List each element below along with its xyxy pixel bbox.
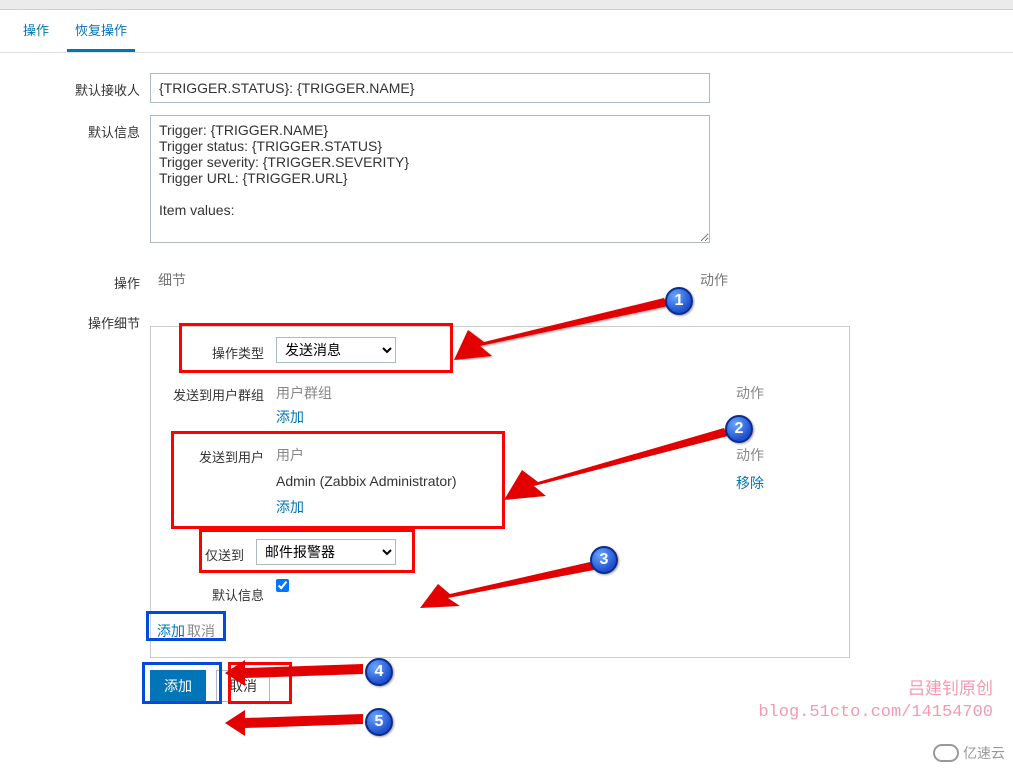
badge-4: 4 <box>365 658 393 686</box>
head-action-2: 动作 <box>736 445 836 465</box>
cloud-icon <box>933 744 959 762</box>
watermark-line2: blog.51cto.com/14154700 <box>758 702 993 724</box>
label-default-recipient: 默认接收人 <box>10 73 150 103</box>
brand-logo: 亿速云 <box>933 743 1005 763</box>
form: 默认接收人 默认信息 Trigger: {TRIGGER.NAME} Trigg… <box>0 53 1013 712</box>
label-default-message: 默认信息 <box>10 115 150 246</box>
head-user: 用户 <box>276 445 736 465</box>
top-strip <box>0 0 1013 10</box>
badge-1: 1 <box>665 287 693 315</box>
tab-recovery[interactable]: 恢复操作 <box>67 10 135 52</box>
head-usergroup: 用户群组 <box>276 383 736 403</box>
label-operation-detail: 操作细节 <box>10 306 150 658</box>
operation-details-box: 操作类型 发送消息 发送到用户群组 用户群组 动作 <box>150 326 850 658</box>
link-add-group[interactable]: 添加 <box>276 409 304 425</box>
label-send-group: 发送到用户群组 <box>151 379 276 404</box>
link-inline-cancel[interactable]: 取消 <box>187 621 215 641</box>
select-op-type[interactable]: 发送消息 <box>276 337 396 363</box>
row-default-recipient: 默认接收人 <box>10 73 1003 103</box>
input-default-subject[interactable] <box>150 73 710 103</box>
label-default-info2: 默认信息 <box>151 579 276 604</box>
badge-2: 2 <box>725 415 753 443</box>
row-operation-detail: 操作细节 操作类型 发送消息 发送到用户群组 <box>10 306 1003 658</box>
button-cancel[interactable]: 取消 <box>216 670 270 702</box>
link-remove-user[interactable]: 移除 <box>736 475 764 491</box>
label-operation: 操作 <box>10 266 150 294</box>
link-add-user[interactable]: 添加 <box>276 499 304 515</box>
link-inline-add[interactable]: 添加 <box>157 621 185 641</box>
checkbox-default-msg[interactable] <box>276 579 289 592</box>
textarea-default-message[interactable]: Trigger: {TRIGGER.NAME} Trigger status: … <box>150 115 710 243</box>
row-default-message: 默认信息 Trigger: {TRIGGER.NAME} Trigger sta… <box>10 115 1003 246</box>
arrow-5 <box>225 710 365 736</box>
badge-5: 5 <box>365 708 393 736</box>
badge-3: 3 <box>590 546 618 574</box>
row-operation: 操作 细节 动作 <box>10 266 1003 294</box>
watermark: 吕建钊原创 blog.51cto.com/14154700 <box>758 680 993 724</box>
col-action: 动作 <box>700 270 850 290</box>
ops-header: 细节 动作 <box>150 266 850 294</box>
col-detail: 细节 <box>158 270 700 290</box>
head-action-1: 动作 <box>736 383 836 403</box>
label-only-send: 仅送到 <box>151 539 256 564</box>
label-send-user: 发送到用户 <box>151 441 276 466</box>
button-add[interactable]: 添加 <box>150 670 206 702</box>
user-value: Admin (Zabbix Administrator) <box>276 473 736 493</box>
brand-text: 亿速云 <box>963 743 1005 763</box>
label-op-type: 操作类型 <box>151 337 276 362</box>
watermark-line1: 吕建钊原创 <box>758 680 993 702</box>
tabs: 操作 恢复操作 <box>0 10 1013 53</box>
select-media[interactable]: 邮件报警器 <box>256 539 396 565</box>
tab-operation[interactable]: 操作 <box>15 10 57 52</box>
